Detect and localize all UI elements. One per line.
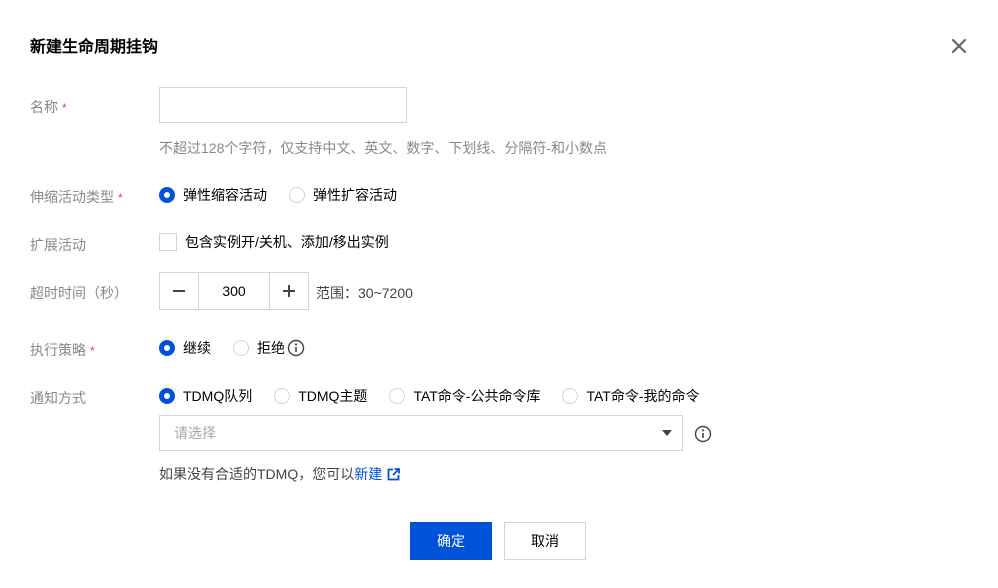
activity-type-radio-group: 弹性缩容活动 弹性扩容活动 [159, 185, 419, 205]
notify-radio-group: TDMQ队列 TDMQ主题 TAT命令-公共命令库 TAT命令-我的命令 [159, 386, 700, 406]
timeout-range: 范围：30~7200 [316, 285, 413, 301]
create-note: 如果没有合适的TDMQ，您可以 新建 [159, 464, 401, 484]
activity-type-label: 伸缩活动类型 * [30, 189, 123, 205]
increment-button[interactable] [270, 273, 308, 309]
timeout-label: 超时时间（秒） [30, 285, 128, 301]
radio-tat-mine[interactable]: TAT命令-我的命令 [562, 386, 700, 406]
radio-label: TAT命令-公共命令库 [413, 388, 541, 404]
radio-scale-out[interactable]: 弹性扩容活动 [289, 185, 397, 205]
note-text: 如果没有合适的TDMQ，您可以 [159, 466, 355, 482]
plus-icon [283, 285, 295, 297]
radio-checked[interactable] [159, 388, 175, 404]
info-icon[interactable] [694, 425, 712, 443]
radio-tdmq-queue[interactable]: TDMQ队列 [159, 386, 252, 406]
extended-activity-checkbox[interactable]: 包含实例开/关机、添加/移出实例 [159, 232, 389, 252]
policy-label: 执行策略 * [30, 342, 95, 358]
radio-label: TDMQ队列 [183, 388, 253, 404]
timeout-stepper: 300 [159, 272, 309, 310]
external-link-icon[interactable] [387, 467, 401, 481]
required-mark: * [118, 191, 123, 205]
close-icon [951, 38, 967, 54]
radio-tat-public[interactable]: TAT命令-公共命令库 [389, 386, 540, 406]
minus-icon [173, 290, 185, 292]
radio-unchecked[interactable] [562, 388, 579, 404]
radio-unchecked[interactable] [233, 340, 249, 356]
confirm-button[interactable]: 确定 [410, 522, 492, 560]
radio-label: 继续 [183, 340, 211, 356]
radio-label: TDMQ主题 [298, 388, 368, 404]
caret-down-icon [662, 430, 672, 436]
dialog-title: 新建生命周期挂钩 [30, 39, 159, 56]
radio-label: 弹性缩容活动 [183, 187, 267, 203]
close-button[interactable] [948, 35, 970, 57]
radio-tdmq-topic[interactable]: TDMQ主题 [274, 386, 367, 406]
radio-scale-in[interactable]: 弹性缩容活动 [159, 185, 267, 205]
radio-label: 拒绝 [257, 340, 285, 356]
notify-target-select[interactable]: 请选择 [159, 415, 683, 451]
notify-label: 通知方式 [30, 390, 86, 406]
radio-checked[interactable] [159, 340, 175, 356]
timeout-value[interactable]: 300 [198, 273, 270, 309]
radio-checked[interactable] [159, 187, 175, 203]
radio-reject[interactable]: 拒绝 [233, 338, 305, 358]
policy-radio-group: 继续 拒绝 [159, 338, 305, 358]
radio-label: TAT命令-我的命令 [586, 388, 700, 404]
name-label: 名称 * [30, 99, 67, 115]
select-placeholder: 请选择 [174, 425, 216, 441]
radio-unchecked[interactable] [289, 187, 305, 203]
radio-label: 弹性扩容活动 [313, 187, 397, 203]
info-icon[interactable] [287, 339, 305, 357]
radio-unchecked[interactable] [274, 388, 291, 404]
required-mark: * [62, 101, 67, 115]
radio-unchecked[interactable] [389, 388, 406, 404]
extended-activity-label: 扩展活动 [30, 237, 86, 253]
name-input[interactable] [159, 87, 407, 123]
decrement-button[interactable] [160, 273, 198, 309]
checkbox-label: 包含实例开/关机、添加/移出实例 [185, 234, 389, 250]
cancel-button[interactable]: 取消 [504, 522, 586, 560]
name-hint: 不超过128个字符，仅支持中文、英文、数字、下划线、分隔符-和小数点 [159, 140, 608, 156]
create-link[interactable]: 新建 [354, 464, 382, 484]
checkbox[interactable] [159, 233, 177, 251]
radio-continue[interactable]: 继续 [159, 338, 211, 358]
required-mark: * [90, 344, 95, 358]
